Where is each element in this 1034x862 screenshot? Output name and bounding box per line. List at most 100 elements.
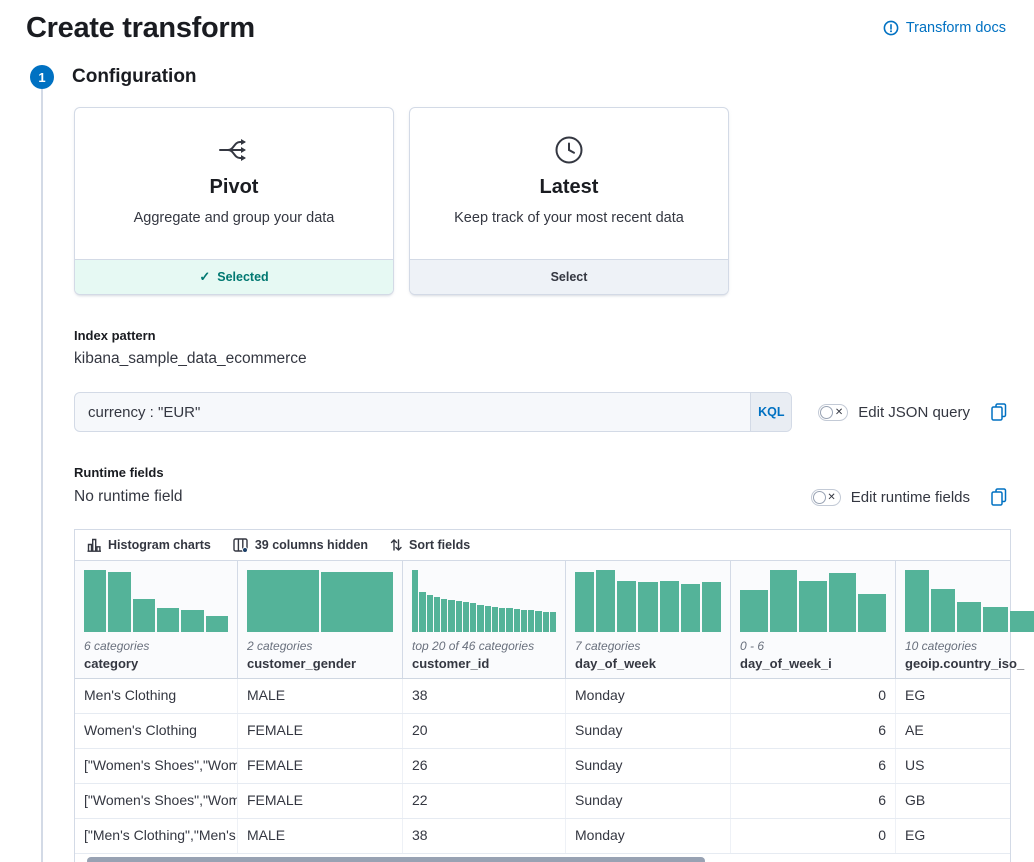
latest-card[interactable]: Latest Keep track of your most recent da… — [409, 107, 729, 295]
grid-body: Men's Clothing MALE 38 Monday 0 EG Women… — [75, 679, 1010, 854]
docs-link-label: Transform docs — [906, 20, 1006, 36]
cell[interactable]: Sunday — [566, 784, 731, 818]
step-header: 1 Configuration — [0, 65, 1034, 89]
column-header-category[interactable]: 6 categories category — [75, 561, 238, 678]
runtime-fields-label: Runtime fields — [74, 465, 1034, 480]
column-histogram — [84, 570, 228, 632]
column-header-geoip-country-iso[interactable]: 10 categories geoip.country_iso_ — [896, 561, 1034, 678]
cell[interactable]: AE — [896, 714, 1034, 748]
notification-dot — [242, 547, 248, 553]
edit-runtime-fields-label: Edit runtime fields — [851, 489, 970, 506]
cell[interactable]: EG — [896, 819, 1034, 853]
cell[interactable]: EG — [896, 679, 1034, 713]
cell[interactable]: 38 — [403, 679, 566, 713]
pivot-card-title: Pivot — [210, 176, 259, 199]
column-header-day-of-week[interactable]: 7 categories day_of_week — [566, 561, 731, 678]
query-row: currency : "EUR" KQL ✕ Edit JSON query — [74, 392, 1007, 432]
runtime-fields-value: No runtime field — [74, 488, 183, 506]
column-histogram — [740, 570, 886, 632]
histogram-icon — [87, 538, 101, 552]
index-pattern-value: kibana_sample_data_ecommerce — [74, 350, 1034, 368]
cell[interactable]: 0 — [731, 679, 896, 713]
cell[interactable]: US — [896, 749, 1034, 783]
pivot-card[interactable]: Pivot Aggregate and group your data ✓ Se… — [74, 107, 394, 295]
cell[interactable]: Sunday — [566, 749, 731, 783]
toggle-knob — [813, 491, 826, 504]
cell[interactable]: 38 — [403, 819, 566, 853]
edit-runtime-fields-toggle[interactable]: ✕ — [811, 489, 841, 506]
column-histogram — [905, 570, 1034, 632]
cell[interactable]: Sunday — [566, 714, 731, 748]
cell[interactable]: MALE — [238, 819, 403, 853]
copy-runtime-fields-icon[interactable] — [991, 488, 1007, 506]
column-header-customer-gender[interactable]: 2 categories customer_gender — [238, 561, 403, 678]
cell[interactable]: 26 — [403, 749, 566, 783]
cell[interactable]: 6 — [731, 714, 896, 748]
latest-card-title: Latest — [540, 176, 599, 199]
horizontal-scrollbar-thumb[interactable] — [87, 857, 705, 862]
kql-language-button[interactable]: KQL — [750, 393, 791, 431]
edit-runtime-fields-group: ✕ Edit runtime fields — [811, 488, 1007, 506]
cell[interactable]: Monday — [566, 679, 731, 713]
cell[interactable]: Men's Clothing — [75, 679, 238, 713]
latest-select-footer[interactable]: Select — [410, 259, 728, 294]
column-header-day-of-week-i[interactable]: 0 - 6 day_of_week_i — [731, 561, 896, 678]
cell[interactable]: Monday — [566, 819, 731, 853]
histogram-charts-button[interactable]: Histogram charts — [87, 538, 211, 552]
index-pattern-label: Index pattern — [74, 328, 1034, 343]
page-header: Create transform Transform docs — [0, 0, 1034, 45]
cell[interactable]: 22 — [403, 784, 566, 818]
pivot-icon — [217, 130, 251, 170]
cell[interactable]: ["Women's Shoes","Wom... — [75, 784, 238, 818]
sort-fields-button[interactable]: Sort fields — [390, 538, 470, 552]
toggle-off-x-icon: ✕ — [835, 406, 843, 420]
cell[interactable]: 6 — [731, 749, 896, 783]
horizontal-scrollbar — [75, 854, 1010, 862]
cell[interactable]: ["Women's Shoes","Wom... — [75, 749, 238, 783]
toggle-knob — [820, 406, 833, 419]
pivot-footer-label: Selected — [217, 270, 268, 284]
query-input-value: currency : "EUR" — [75, 404, 750, 421]
cell[interactable]: 0 — [731, 819, 896, 853]
cell[interactable]: GB — [896, 784, 1034, 818]
latest-card-description: Keep track of your most recent data — [454, 210, 684, 226]
cell[interactable]: 6 — [731, 784, 896, 818]
cell[interactable]: Women's Clothing — [75, 714, 238, 748]
pivot-card-description: Aggregate and group your data — [134, 210, 335, 226]
preview-data-grid: Histogram charts 39 columns hidden — [74, 529, 1011, 862]
cell[interactable]: 20 — [403, 714, 566, 748]
edit-json-query-group: ✕ Edit JSON query — [818, 403, 1007, 421]
clock-icon — [553, 130, 585, 170]
pivot-selected-footer[interactable]: ✓ Selected — [75, 259, 393, 294]
column-histogram — [575, 570, 721, 632]
grid-header: 6 categories category 2 categories custo… — [75, 561, 1010, 679]
table-row: ["Men's Clothing","Men's ... MALE 38 Mon… — [75, 819, 1010, 854]
cell[interactable]: FEMALE — [238, 714, 403, 748]
cell[interactable]: FEMALE — [238, 784, 403, 818]
table-row: ["Women's Shoes","Wom... FEMALE 26 Sunda… — [75, 749, 1010, 784]
column-histogram — [247, 570, 393, 632]
cell[interactable]: FEMALE — [238, 749, 403, 783]
configuration-section: Pivot Aggregate and group your data ✓ Se… — [41, 89, 1034, 862]
query-input[interactable]: currency : "EUR" KQL — [74, 392, 792, 432]
columns-icon — [233, 538, 248, 552]
cell[interactable]: MALE — [238, 679, 403, 713]
transform-type-cards: Pivot Aggregate and group your data ✓ Se… — [74, 107, 1034, 295]
cell[interactable]: ["Men's Clothing","Men's ... — [75, 819, 238, 853]
columns-hidden-button[interactable]: 39 columns hidden — [233, 538, 368, 552]
table-row: ["Women's Shoes","Wom... FEMALE 22 Sunda… — [75, 784, 1010, 819]
create-transform-page: Create transform Transform docs 1 Config… — [0, 0, 1034, 862]
transform-docs-link[interactable]: Transform docs — [883, 20, 1006, 36]
check-icon: ✓ — [199, 269, 210, 285]
grid-toolbar: Histogram charts 39 columns hidden — [75, 530, 1010, 561]
edit-json-query-toggle[interactable]: ✕ — [818, 404, 848, 421]
latest-footer-label: Select — [551, 270, 588, 284]
toggle-off-x-icon: ✕ — [827, 491, 835, 505]
table-row: Women's Clothing FEMALE 20 Sunday 6 AE — [75, 714, 1010, 749]
copy-json-query-icon[interactable] — [991, 403, 1007, 421]
page-title: Create transform — [26, 12, 255, 45]
edit-json-query-label: Edit JSON query — [858, 404, 970, 421]
step-title: Configuration — [72, 66, 197, 88]
runtime-fields-row: No runtime field ✕ Edit runtime fields — [74, 488, 1007, 506]
column-header-customer-id[interactable]: top 20 of 46 categories customer_id — [403, 561, 566, 678]
